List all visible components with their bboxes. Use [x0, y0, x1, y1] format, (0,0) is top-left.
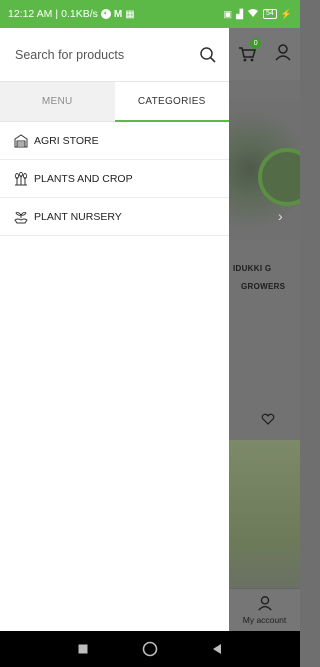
search-icon[interactable] [199, 46, 217, 64]
my-account-label: My account [242, 615, 287, 625]
home-button[interactable] [135, 634, 165, 664]
status-separator: | [55, 8, 59, 20]
category-label: AGRI STORE [34, 134, 99, 147]
banner-title-line2: GROWERS [241, 282, 286, 291]
charging-icon: ⚡ [280, 8, 292, 19]
drawer-tabs: MENU CATEGORIES [0, 82, 229, 122]
status-speed: 0.1KB/s [61, 8, 98, 20]
category-item-plants-and-crop[interactable]: PLANTS AND CROP [0, 160, 229, 198]
battery-icon: 54 [262, 9, 277, 19]
banner-title-line1: IDUKKI G [233, 264, 272, 273]
tab-categories[interactable]: CATEGORIES [114, 82, 229, 122]
signal-icon: ▟ [236, 8, 243, 19]
status-left: 12:12 AM | 0.1KB/s ◐ M ▦ [8, 8, 224, 20]
navigation-drawer: MENU CATEGORIES AGRI STORE PLANTS AND CR… [0, 28, 229, 631]
category-item-plant-nursery[interactable]: PLANT NURSERY [0, 198, 229, 236]
category-item-agri-store[interactable]: AGRI STORE [0, 122, 229, 160]
store-icon [14, 133, 28, 148]
category-list: AGRI STORE PLANTS AND CROP PLANT NURSERY [0, 122, 229, 236]
bottom-nav-my-account[interactable]: My account [229, 588, 300, 631]
tab-menu[interactable]: MENU [0, 82, 115, 122]
app-grid-notification-icon: ▦ [125, 8, 135, 20]
category-label: PLANT NURSERY [34, 210, 122, 223]
vibrate-icon: ▣ [223, 8, 233, 19]
gmail-notification-icon: M [113, 8, 123, 20]
cart-icon[interactable]: 0 [237, 38, 262, 64]
status-right: ▣ ▟ 54 ⚡ [224, 8, 292, 21]
wishlist-heart-icon[interactable] [261, 412, 275, 426]
status-time: 12:12 AM [8, 8, 53, 20]
system-navigation-bar [0, 631, 300, 667]
app-notification-icon: ◐ [100, 9, 111, 19]
category-label: PLANTS AND CROP [34, 172, 133, 185]
my-account-icon [257, 595, 273, 613]
account-icon[interactable] [274, 43, 292, 66]
wifi-icon [247, 8, 259, 21]
plants-icon [14, 171, 28, 186]
back-button[interactable] [202, 634, 232, 664]
banner-next-arrow-icon[interactable]: › [278, 208, 283, 224]
cart-count-badge: 0 [250, 38, 262, 49]
drawer-search-bar [0, 28, 229, 82]
nursery-icon [14, 210, 28, 224]
search-input[interactable] [15, 47, 199, 62]
recents-button[interactable] [68, 634, 98, 664]
background-header: 0 [229, 28, 300, 80]
status-bar: 12:12 AM | 0.1KB/s ◐ M ▦ ▣ ▟ 54 ⚡ [0, 0, 300, 28]
